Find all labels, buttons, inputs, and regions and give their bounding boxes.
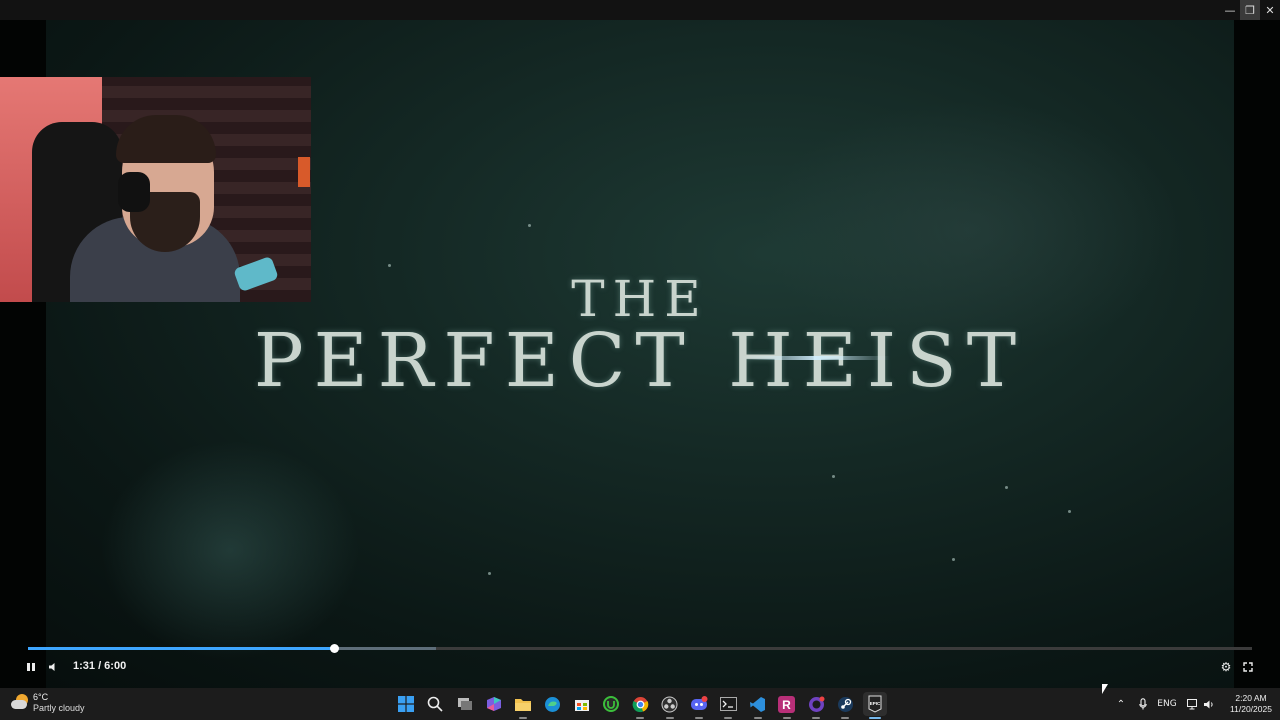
partly-cloudy-icon — [10, 694, 30, 712]
running-indicator — [519, 717, 528, 719]
discord-icon[interactable] — [687, 692, 711, 719]
svg-text:R: R — [783, 698, 792, 712]
steam-icon[interactable] — [833, 692, 857, 719]
task-view-icon[interactable] — [453, 692, 477, 716]
system-tray: ⌃ ENG 2:20 AM 11/20/2025 — [1100, 688, 1280, 720]
running-indicator — [841, 717, 850, 719]
running-indicator — [868, 717, 881, 719]
edge-icon[interactable] — [540, 692, 564, 716]
vscode-icon[interactable] — [746, 692, 770, 719]
running-indicator — [636, 717, 645, 719]
close-icon[interactable]: ✕ — [1260, 0, 1280, 20]
mouse-cursor-icon — [1102, 684, 1108, 694]
volume-icon[interactable] — [46, 657, 60, 677]
taskbar: 6°C Partly cloudy R EPIC ⌃ ENG 2:20 AM 1… — [0, 688, 1280, 720]
microsoft-365-icon[interactable] — [482, 692, 506, 716]
chevron-up-icon[interactable]: ⌃ — [1114, 688, 1128, 720]
running-indicator — [782, 717, 791, 719]
running-indicator — [753, 717, 762, 719]
fullscreen-icon[interactable] — [1241, 657, 1255, 677]
minimize-icon[interactable]: — — [1220, 0, 1240, 20]
terminal-icon[interactable] — [716, 692, 740, 719]
weather-condition: Partly cloudy — [33, 703, 85, 713]
weather-widget[interactable]: 6°C Partly cloudy — [10, 692, 85, 714]
utorrent-icon[interactable] — [599, 692, 623, 716]
github-desktop-icon[interactable] — [804, 692, 828, 719]
seek-bar[interactable] — [28, 644, 1252, 653]
rider-icon[interactable]: R — [775, 692, 799, 719]
particle — [1005, 486, 1008, 489]
file-explorer-icon[interactable] — [511, 692, 535, 719]
running-indicator — [665, 717, 674, 719]
time-display: 1:31 / 6:00 — [73, 660, 127, 672]
running-indicator — [694, 717, 703, 719]
gear-icon[interactable]: ⚙ — [1219, 657, 1233, 677]
microphone-icon[interactable] — [1136, 688, 1150, 720]
particle — [528, 224, 531, 227]
fog-overlay — [100, 440, 360, 660]
network-icon[interactable] — [1186, 688, 1200, 720]
windows-start-icon[interactable] — [394, 692, 418, 716]
running-indicator — [724, 717, 733, 719]
played-bar — [28, 647, 334, 650]
taskbar-apps: R EPIC — [394, 692, 892, 719]
particle — [488, 572, 491, 575]
language-indicator[interactable]: ENG — [1156, 688, 1178, 720]
particle — [952, 558, 955, 561]
clock-time: 2:20 AM — [1235, 693, 1267, 703]
lens-flare — [740, 356, 890, 360]
webcam-poster — [298, 157, 310, 187]
movie-title-line2: PERFECT HEIST — [253, 318, 1027, 404]
chrome-icon[interactable] — [628, 692, 652, 719]
particle — [1068, 510, 1071, 513]
seek-handle[interactable] — [330, 644, 339, 653]
player-controls: 1:31 / 6:00 ⚙ — [0, 657, 1280, 677]
speaker-icon[interactable] — [1202, 688, 1216, 720]
search-icon[interactable] — [423, 692, 447, 716]
restore-icon[interactable]: ❐ — [1240, 0, 1260, 20]
svg-text:EPIC: EPIC — [869, 701, 880, 706]
running-indicator — [812, 717, 821, 719]
headset-icon — [118, 172, 150, 212]
obs-icon[interactable] — [658, 692, 682, 719]
particle — [388, 264, 391, 267]
taskbar-clock[interactable]: 2:20 AM 11/20/2025 — [1222, 693, 1280, 715]
weather-temperature: 6°C — [33, 692, 49, 702]
pause-icon[interactable] — [24, 657, 38, 677]
particle — [832, 475, 835, 478]
epic-games-icon[interactable]: EPIC — [862, 692, 887, 719]
microsoft-store-icon[interactable] — [570, 692, 594, 716]
window-titlebar: — ❐ ✕ — [0, 0, 1280, 20]
clock-date: 11/20/2025 — [1230, 704, 1272, 714]
webcam-overlay — [0, 77, 311, 302]
